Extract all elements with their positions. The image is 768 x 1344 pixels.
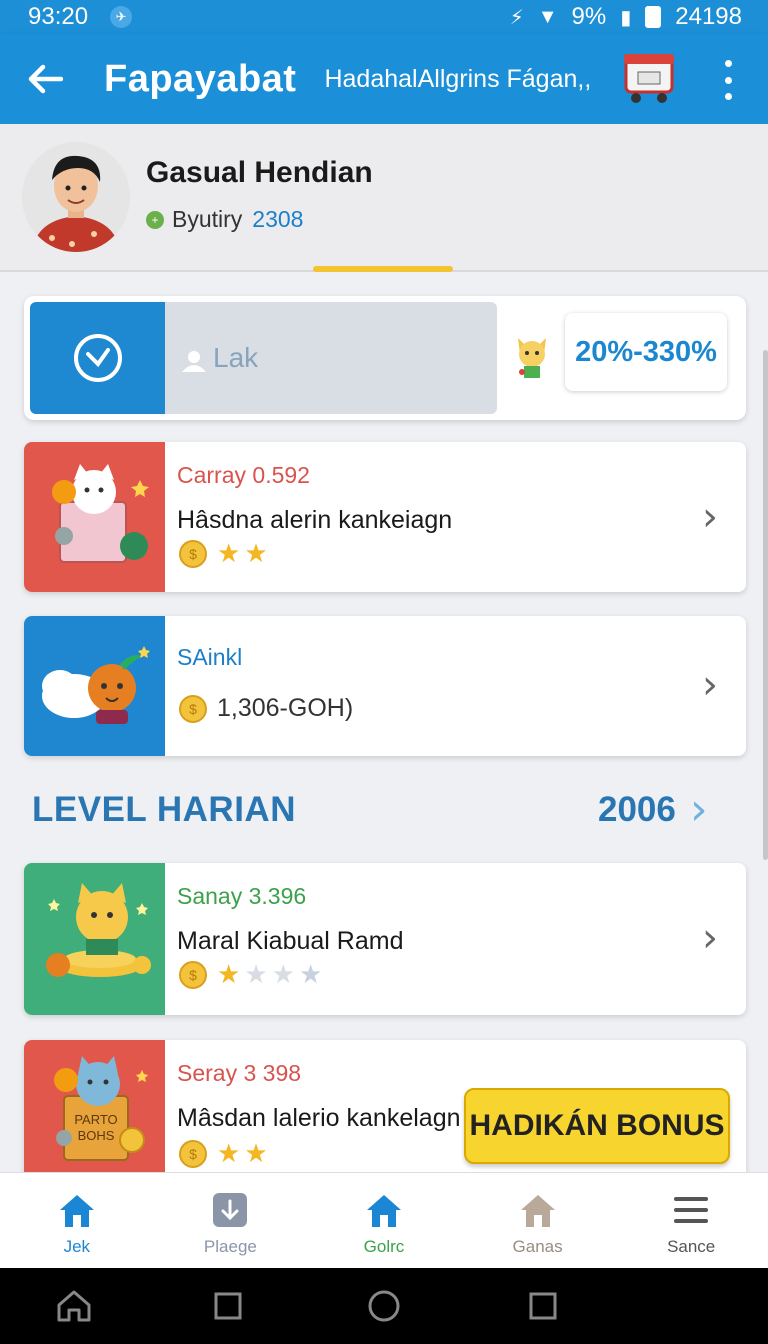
status-time: 93:20: [28, 3, 89, 30]
bonus-button[interactable]: HADIKÁN BONUS: [464, 1088, 730, 1164]
clock-button[interactable]: [30, 302, 165, 414]
menu-icon: [674, 1197, 709, 1223]
reward-value: 1,306-GOH): [217, 694, 354, 722]
more-vert-icon[interactable]: [718, 60, 738, 100]
range-badge[interactable]: 20%-330%: [565, 313, 727, 391]
nav-item-ganas[interactable]: Ganas: [461, 1173, 615, 1268]
nav-item-golrc[interactable]: Golrc: [307, 1173, 461, 1268]
search-placeholder: Lak: [213, 342, 259, 373]
star-icon: ★: [217, 1138, 241, 1168]
rating: $ ★ ★: [179, 538, 268, 569]
home-icon: [366, 1195, 401, 1227]
nav-label: Golrc: [363, 1237, 405, 1256]
signal-icon: ▮: [620, 6, 632, 29]
list-item[interactable]: SAinkl $ 1,306-GOH) ›: [24, 616, 746, 756]
square-icon[interactable]: [525, 1288, 561, 1324]
chevron-right-icon[interactable]: ›: [702, 662, 718, 708]
search-card: Lak 20%-330%: [24, 296, 746, 420]
wifi-icon: ▼: [537, 5, 558, 28]
clock-icon: [73, 334, 122, 382]
card-title: Hâsdna alerin kankeiagn: [177, 506, 453, 534]
section-count[interactable]: 2006: [598, 790, 676, 830]
card-thumbnail: [24, 616, 165, 756]
nav-item-plaege[interactable]: Plaege: [154, 1173, 308, 1268]
back-arrow-icon[interactable]: [22, 56, 68, 102]
wifi-off-icon: ⚡: [509, 6, 524, 29]
coin-icon: $: [179, 1139, 207, 1168]
app-title: Fapayabat: [104, 57, 297, 100]
rating: $ ★ ★: [179, 1138, 268, 1169]
section-title: LEVEL HARIAN: [32, 790, 296, 829]
profile-name: Gasual Hendian: [146, 156, 373, 189]
star-empty-icon: ★: [244, 959, 268, 989]
coin-icon: $: [179, 539, 207, 568]
star-empty-icon: ★: [298, 959, 323, 989]
reward-row: $ 1,306-GOH): [179, 694, 353, 723]
card-subtitle: Seray 3 398: [177, 1060, 302, 1086]
download-icon: [213, 1193, 248, 1227]
star-icon: ★: [217, 538, 241, 568]
status-clock-right: 24198: [675, 3, 742, 30]
bottom-nav: Jek Plaege Golrc Ganas Sance: [0, 1172, 768, 1268]
rating: $ ★ ★ ★ ★: [179, 959, 322, 990]
nav-item-jek[interactable]: Jek: [0, 1173, 154, 1268]
card-subtitle: SAinkl: [177, 644, 243, 670]
card-subtitle: Sanay 3.396: [177, 883, 307, 909]
battery-icon: [645, 6, 662, 28]
card-thumbnail: [24, 442, 165, 592]
profile-meta: + Byutiry 2308: [146, 206, 303, 233]
home-circle-icon[interactable]: [366, 1288, 402, 1324]
star-icon: ★: [217, 959, 241, 989]
chevron-right-icon[interactable]: ›: [690, 784, 708, 835]
nav-label: Ganas: [512, 1237, 563, 1256]
nav-label: Sance: [667, 1237, 716, 1256]
mascot-icon: [512, 332, 552, 380]
scrollbar[interactable]: [763, 350, 768, 860]
card-subtitle: Carray 0.592: [177, 462, 310, 488]
chevron-right-icon[interactable]: ›: [702, 915, 718, 961]
system-nav-bar: [0, 1268, 768, 1344]
coin-icon: $: [179, 694, 207, 723]
nav-label: Plaege: [203, 1237, 257, 1256]
star-empty-icon: ★: [271, 959, 295, 989]
plus-badge-icon: +: [146, 210, 164, 229]
chevron-right-icon[interactable]: ›: [702, 494, 718, 540]
person-icon: [181, 347, 207, 372]
notification-icon: ✈: [110, 6, 133, 28]
nav-item-sance[interactable]: Sance: [614, 1173, 768, 1268]
avatar[interactable]: [22, 142, 130, 252]
status-bar: 93:20 ✈ ⚡ ▼ 9% ▮ 24198: [0, 0, 768, 34]
recents-icon[interactable]: [210, 1288, 246, 1324]
card-thumbnail: [24, 863, 165, 1015]
list-item[interactable]: PARTO BOHS Seray 3 398 Mâsdan laleriο ka…: [24, 1040, 746, 1190]
profile-meta-label: Byutiry: [172, 206, 243, 232]
list-item[interactable]: Sanay 3.396 Maral Kiabual Ramd $ ★ ★ ★ ★…: [24, 863, 746, 1015]
box-label-1: PARTO: [74, 1112, 117, 1127]
search-input[interactable]: Lak: [165, 302, 497, 414]
app-subtitle: HadahalAllgrins Fágan,,: [324, 64, 592, 93]
box-label-2: BOHS: [78, 1128, 115, 1143]
battery-percent: 9%: [571, 3, 607, 30]
profile-meta-value: 2308: [252, 206, 304, 232]
store-logo-icon[interactable]: [620, 50, 678, 106]
home-icon: [59, 1195, 94, 1227]
star-icon: ★: [244, 1138, 268, 1168]
card-title: Maral Kiabual Ramd: [177, 927, 404, 955]
app-bar: Fapayabat HadahalAllgrins Fágan,,: [0, 34, 768, 124]
home-icon: [520, 1195, 555, 1227]
nav-label: Jek: [63, 1237, 91, 1256]
coin-icon: $: [179, 960, 207, 989]
list-item[interactable]: Carray 0.592 Hâsdna alerin kankeiagn $ ★…: [24, 442, 746, 592]
star-icon: ★: [244, 538, 268, 568]
card-thumbnail: PARTO BOHS: [24, 1040, 165, 1190]
home-outline-icon[interactable]: [56, 1288, 92, 1324]
profile-header: Gasual Hendian + Byutiry 2308: [0, 124, 768, 272]
card-title: Mâsdan laleriο kankelagn: [177, 1104, 461, 1132]
tab-indicator: [313, 266, 453, 272]
